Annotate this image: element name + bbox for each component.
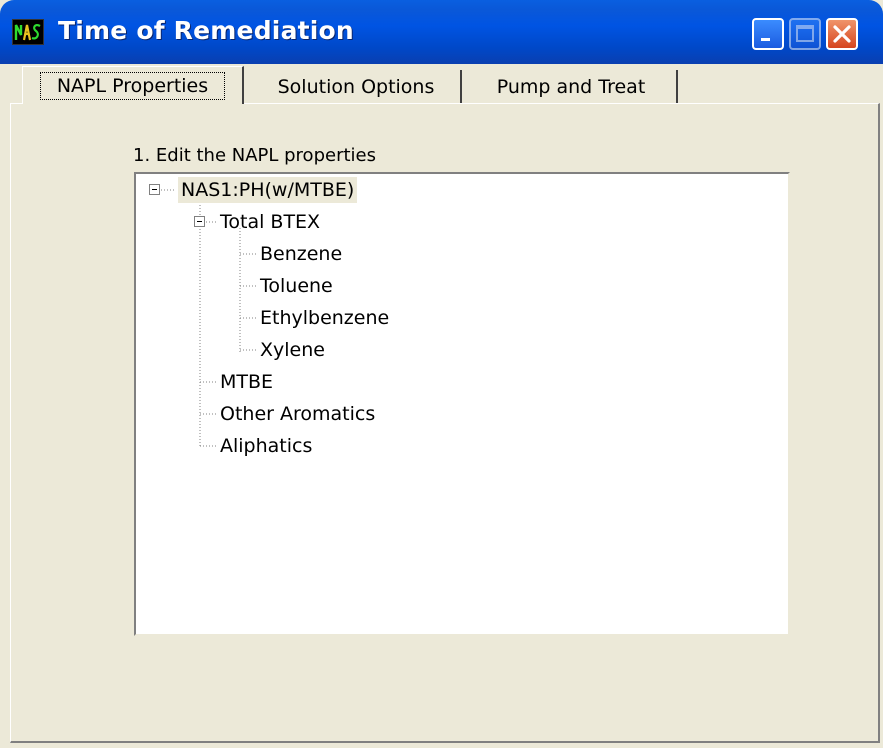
window-title: Time of Remediation: [58, 16, 354, 45]
minimize-button[interactable]: [752, 18, 784, 50]
minimize-icon: [761, 38, 770, 41]
tree-node-root[interactable]: NAS1:PH(w/MTBE): [178, 177, 358, 203]
tab-napl-properties[interactable]: NAPL Properties: [22, 66, 244, 104]
app-icon: [12, 19, 44, 45]
maximize-icon: [796, 25, 814, 42]
tree-node-other-aromatics[interactable]: Other Aromatics: [220, 401, 375, 427]
tree-node-toluene[interactable]: Toluene: [260, 273, 333, 299]
tree-node-benzene[interactable]: Benzene: [260, 241, 342, 267]
tree-node-total-btex[interactable]: Total BTEX: [220, 209, 320, 235]
time-of-remediation-window: Time of Remediation NAPL Properties Solu…: [0, 0, 883, 748]
close-button[interactable]: [826, 18, 858, 50]
instruction-label: 1. Edit the NAPL properties: [133, 145, 376, 166]
tab-strip: NAPL Properties Solution Options Pump an…: [10, 66, 870, 104]
collapse-icon[interactable]: [149, 184, 160, 195]
tab-label: Solution Options: [277, 76, 435, 98]
tab-label: NAPL Properties: [39, 71, 226, 100]
tab-label: Pump and Treat: [496, 76, 646, 98]
title-bar[interactable]: Time of Remediation: [0, 0, 883, 64]
tree-node-aliphatics[interactable]: Aliphatics: [220, 433, 312, 459]
tree-node-mtbe[interactable]: MTBE: [220, 369, 273, 395]
close-icon: [833, 25, 851, 43]
tree-node-xylene[interactable]: Xylene: [260, 337, 325, 363]
napl-tree-view[interactable]: NAS1:PH(w/MTBE) Total BTEX Benzene Tolue…: [134, 172, 790, 636]
collapse-icon[interactable]: [194, 216, 205, 227]
tab-pump-and-treat[interactable]: Pump and Treat: [466, 70, 678, 104]
maximize-button[interactable]: [789, 18, 821, 50]
tree-node-ethylbenzene[interactable]: Ethylbenzene: [260, 305, 389, 331]
tab-solution-options[interactable]: Solution Options: [252, 70, 462, 104]
